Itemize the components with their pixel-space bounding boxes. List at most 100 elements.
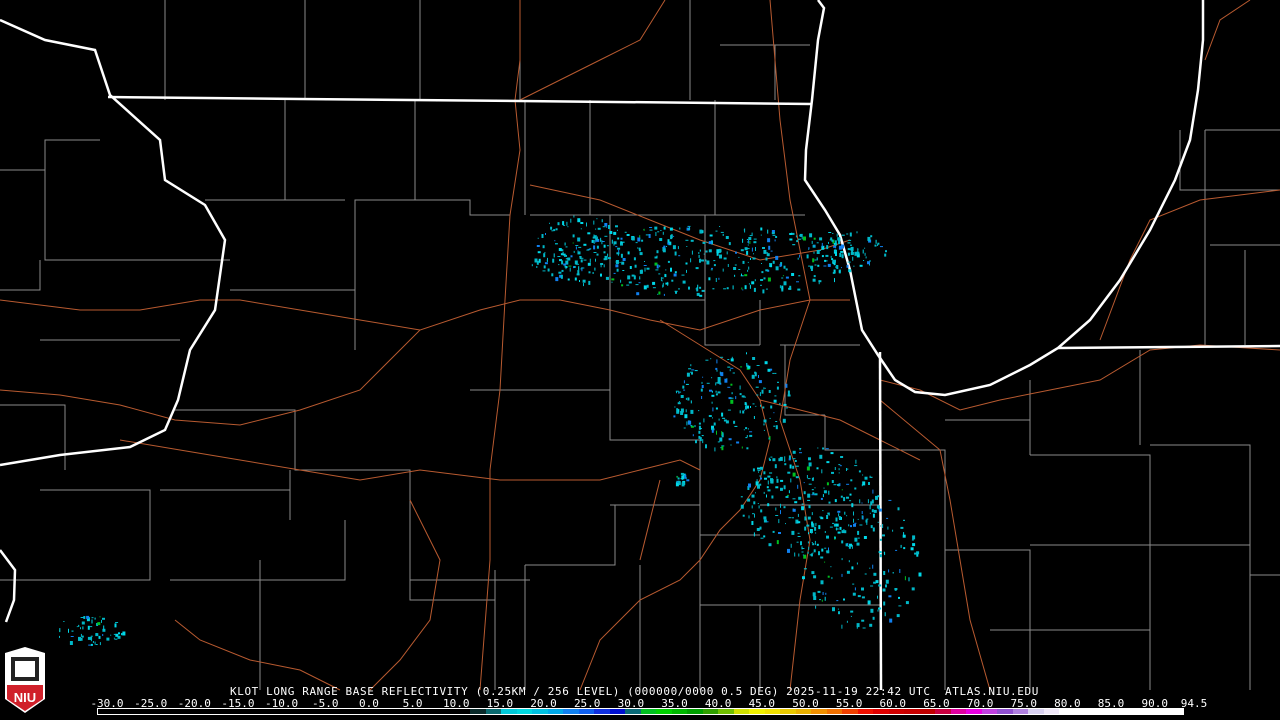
echo-pixel <box>905 601 909 605</box>
echo-pixel <box>804 526 807 531</box>
echo-pixel <box>578 266 580 271</box>
echo-pixel <box>712 417 713 419</box>
echo-pixel <box>706 382 710 384</box>
echo-pixel <box>838 269 840 273</box>
echo-pixel <box>877 609 879 612</box>
echo-pixel <box>875 495 878 500</box>
echo-pixel <box>782 275 784 277</box>
echo-pixel <box>867 600 871 605</box>
echo-pixel <box>730 358 734 362</box>
echo-pixel <box>801 506 805 511</box>
echo-pixel <box>643 228 645 231</box>
echo-pixel <box>841 558 843 561</box>
echo-pixel <box>911 539 914 541</box>
color-swatch <box>113 709 129 714</box>
echo-pixel <box>644 261 645 262</box>
echo-pixel <box>882 534 885 537</box>
echo-pixel <box>825 448 829 450</box>
echo-pixel <box>94 641 96 645</box>
echo-pixel <box>732 372 735 374</box>
echo-pixel <box>846 233 849 235</box>
color-swatch <box>687 709 703 714</box>
echo-pixel <box>555 243 558 245</box>
echo-pixel <box>840 456 844 458</box>
echo-pixel <box>799 452 802 454</box>
echo-pixel <box>727 409 731 411</box>
color-swatch <box>547 709 563 714</box>
echo-pixel <box>813 596 817 600</box>
echo-pixel <box>878 607 882 610</box>
echo-pixel <box>746 250 749 255</box>
echo-pixel <box>826 461 830 464</box>
echo-pixel <box>657 293 659 295</box>
echo-pixel <box>882 588 886 592</box>
echo-pixel <box>738 256 740 258</box>
echo-pixel <box>715 383 717 386</box>
echo-pixel <box>95 644 98 645</box>
echo-pixel <box>538 258 541 263</box>
echo-pixel <box>557 256 561 257</box>
color-swatch <box>578 709 594 714</box>
echo-pixel <box>839 526 842 530</box>
echo-pixel <box>770 250 773 252</box>
echo-pixel <box>662 231 664 235</box>
echo-pixel <box>899 569 901 573</box>
echo-pixel <box>690 409 694 414</box>
echo-pixel <box>785 276 789 279</box>
echo-pixel <box>753 532 755 537</box>
echo-pixel <box>797 536 801 537</box>
echo-pixel <box>771 232 775 235</box>
echo-pixel <box>83 616 86 619</box>
echo-pixel <box>814 540 816 545</box>
echo-pixel <box>662 277 664 280</box>
color-swatch <box>1136 709 1152 714</box>
echo-pixel <box>620 279 622 283</box>
echo-pixel <box>830 452 834 455</box>
echo-pixel <box>797 484 799 489</box>
echo-pixel <box>834 499 837 503</box>
echo-pixel <box>639 252 643 256</box>
echo-pixel <box>772 260 775 264</box>
echo-pixel <box>837 531 841 534</box>
echo-pixel <box>698 252 700 254</box>
echo-pixel <box>797 513 799 517</box>
echo-pixel <box>567 226 569 228</box>
echo-pixel <box>685 239 689 241</box>
echo-pixel <box>80 627 81 630</box>
color-swatch <box>671 709 687 714</box>
echo-pixel <box>705 250 708 253</box>
echo-pixel <box>767 489 771 492</box>
color-swatch <box>888 709 904 714</box>
echo-pixel <box>622 270 625 271</box>
echo-pixel <box>542 245 545 249</box>
echo-pixel <box>833 484 837 486</box>
echo-pixel <box>616 268 619 272</box>
echo-pixel <box>882 524 884 528</box>
echo-pixel <box>838 611 840 615</box>
echo-pixel <box>877 244 879 246</box>
echo-pixel <box>685 262 688 265</box>
echo-pixel <box>683 380 685 384</box>
echo-pixel <box>663 293 665 296</box>
echo-pixel <box>616 252 620 255</box>
echo-pixel <box>859 264 863 267</box>
echo-pixel <box>81 621 85 625</box>
echo-pixel <box>717 391 721 394</box>
echo-pixel <box>813 237 816 240</box>
echo-pixel <box>570 255 573 258</box>
echo-pixel <box>770 368 773 371</box>
echo-pixel <box>900 544 902 548</box>
echo-pixel <box>774 372 777 374</box>
echo-pixel <box>811 521 814 526</box>
echo-pixel <box>862 474 864 476</box>
echo-pixel <box>838 240 841 245</box>
echo-pixel <box>608 225 610 229</box>
echo-pixel <box>593 239 595 244</box>
echo-pixel <box>776 386 779 390</box>
echo-pixel <box>852 592 856 596</box>
echo-pixel <box>573 215 575 218</box>
echo-pixel <box>827 575 830 578</box>
echo-pixel <box>581 267 585 269</box>
echo-pixel <box>577 250 579 252</box>
echo-pixel <box>593 220 595 225</box>
